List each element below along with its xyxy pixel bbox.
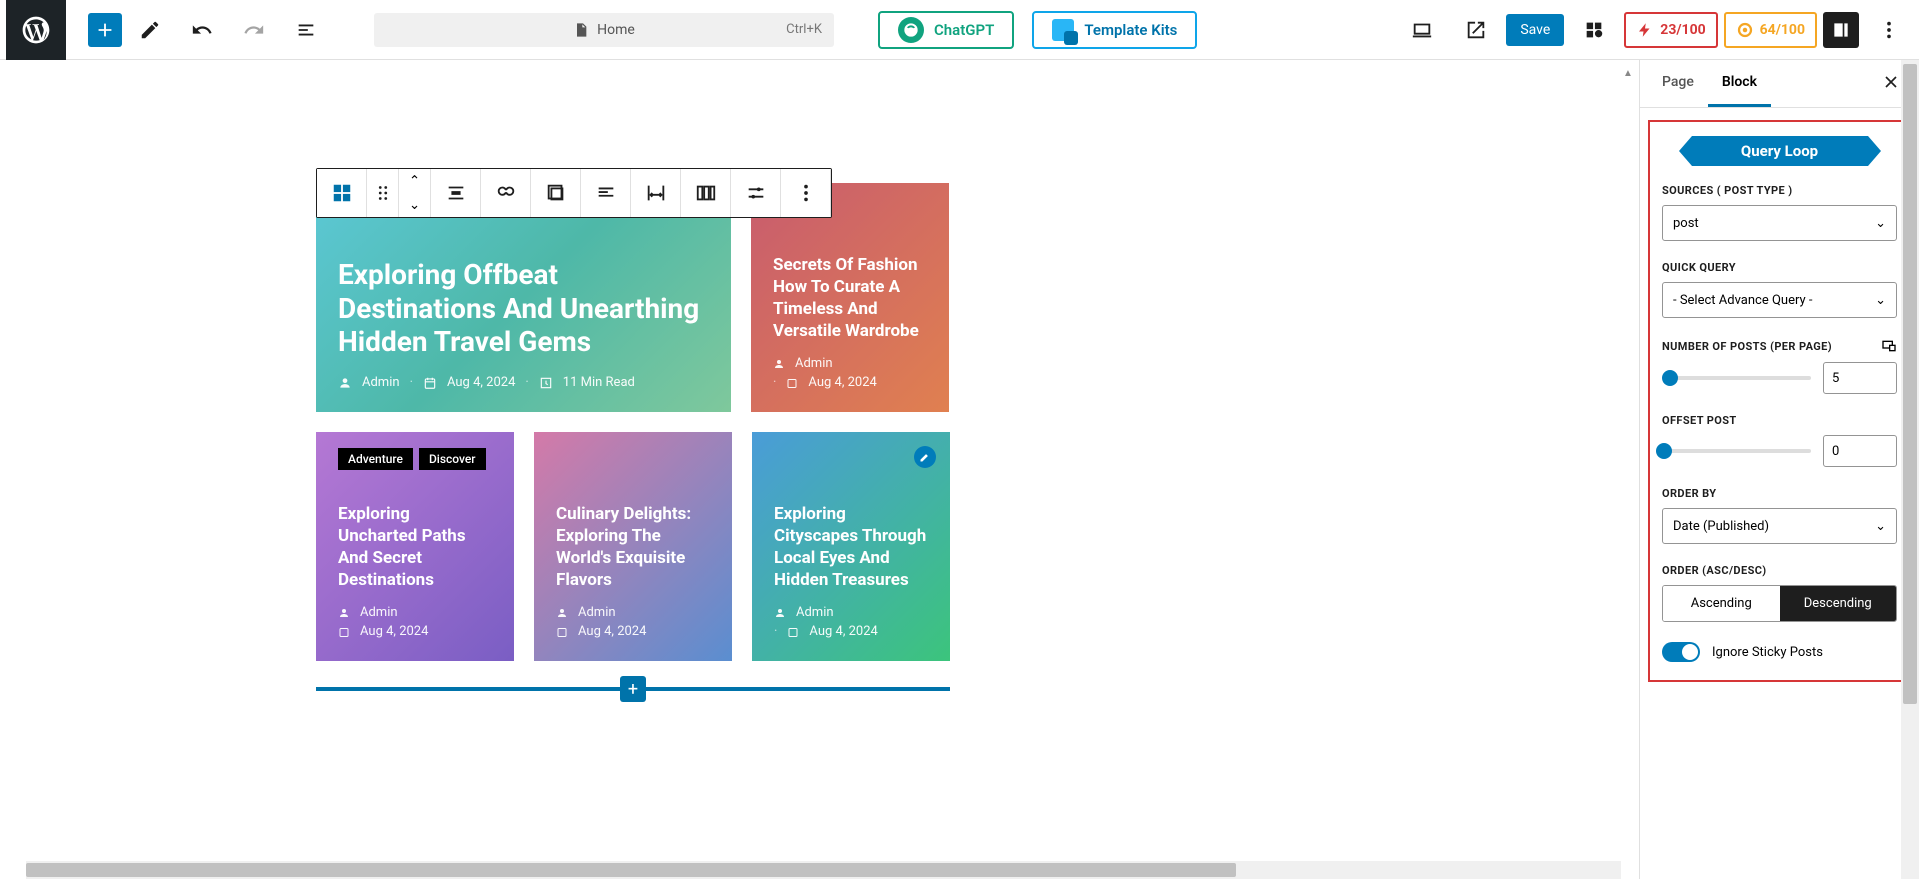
canvas-scrollbar[interactable]: ▲ bbox=[1621, 68, 1635, 859]
edit-icon[interactable] bbox=[126, 12, 174, 48]
block-toolbar: ⌃ ⌄ bbox=[316, 168, 832, 218]
settings-sliders-icon[interactable] bbox=[731, 169, 781, 217]
calendar-icon bbox=[423, 376, 437, 390]
post-title: Exploring Uncharted Paths And Secret Des… bbox=[338, 503, 492, 591]
chatgpt-button[interactable]: ChatGPT bbox=[878, 11, 1014, 49]
descending-button[interactable]: Descending bbox=[1780, 586, 1897, 621]
user-icon bbox=[338, 607, 350, 619]
chevron-down-icon: ⌄ bbox=[1875, 293, 1886, 308]
calendar-icon bbox=[787, 626, 799, 638]
doc-title-text: Home bbox=[597, 22, 635, 38]
chevron-down-icon: ⌄ bbox=[1875, 216, 1886, 231]
user-icon bbox=[556, 607, 568, 619]
query-loop-panel: Query Loop SOURCES ( POST TYPE ) post⌄ Q… bbox=[1648, 120, 1911, 682]
wordpress-logo[interactable] bbox=[6, 0, 66, 60]
settings-panel-toggle[interactable] bbox=[1823, 12, 1859, 48]
loop-icon[interactable] bbox=[481, 169, 531, 217]
text-align-icon[interactable] bbox=[581, 169, 631, 217]
template-kits-icon bbox=[1052, 19, 1074, 41]
block-appender[interactable]: + bbox=[316, 687, 950, 691]
quick-query-label: QUICK QUERY bbox=[1662, 261, 1897, 274]
seo-score-badge[interactable]: 23/100 bbox=[1624, 12, 1717, 48]
edit-post-icon[interactable] bbox=[914, 446, 936, 468]
horizontal-scrollbar[interactable] bbox=[26, 861, 1621, 879]
num-posts-slider[interactable] bbox=[1662, 376, 1811, 380]
align-button[interactable] bbox=[431, 169, 481, 217]
user-icon bbox=[773, 358, 785, 370]
ascending-button[interactable]: Ascending bbox=[1663, 586, 1780, 621]
editor-canvas[interactable]: ▲ ⌃ ⌄ Exploring Offbeat Destinations And… bbox=[0, 60, 1639, 879]
num-posts-label: NUMBER OF POSTS (PER PAGE) bbox=[1662, 340, 1832, 353]
orderby-label: ORDER BY bbox=[1662, 487, 1897, 500]
document-title-bar[interactable]: Home Ctrl+K bbox=[374, 13, 834, 47]
device-preview-icon[interactable] bbox=[1398, 12, 1446, 48]
ignore-sticky-toggle[interactable] bbox=[1662, 642, 1700, 662]
block-type-icon[interactable] bbox=[317, 169, 367, 217]
order-label: ORDER (ASC/DESC) bbox=[1662, 564, 1897, 577]
user-icon bbox=[774, 607, 786, 619]
offset-label: OFFSET POST bbox=[1662, 414, 1897, 427]
calendar-icon bbox=[786, 377, 798, 389]
shortcut-hint: Ctrl+K bbox=[786, 22, 822, 37]
image-settings-icon[interactable] bbox=[531, 169, 581, 217]
styles-icon[interactable] bbox=[1570, 12, 1618, 48]
redo-button[interactable] bbox=[230, 12, 278, 48]
responsive-icon[interactable] bbox=[1881, 338, 1897, 354]
clock-icon bbox=[539, 376, 553, 390]
tab-page[interactable]: Page bbox=[1648, 60, 1708, 107]
chevron-down-icon: ⌄ bbox=[1875, 519, 1886, 534]
sources-select[interactable]: post⌄ bbox=[1662, 205, 1897, 241]
post-card[interactable]: Culinary Delights: Exploring The World's… bbox=[534, 432, 732, 661]
chatgpt-icon bbox=[898, 17, 924, 43]
post-card[interactable]: Exploring Cityscapes Through Local Eyes … bbox=[752, 432, 950, 661]
performance-badge[interactable]: 64/100 bbox=[1724, 12, 1817, 48]
post-title: Exploring Offbeat Destinations And Unear… bbox=[338, 258, 709, 359]
sources-label: SOURCES ( POST TYPE ) bbox=[1662, 184, 1897, 197]
move-down-button[interactable]: ⌄ bbox=[399, 193, 430, 217]
post-title: Exploring Cityscapes Through Local Eyes … bbox=[774, 503, 928, 591]
post-title: Culinary Delights: Exploring The World's… bbox=[556, 503, 710, 591]
settings-sidebar: Page Block Query Loop SOURCES ( POST TYP… bbox=[1639, 60, 1919, 879]
tab-block[interactable]: Block bbox=[1708, 60, 1771, 107]
orderby-select[interactable]: Date (Published)⌄ bbox=[1662, 508, 1897, 544]
undo-button[interactable] bbox=[178, 12, 226, 48]
add-block-button[interactable] bbox=[88, 13, 122, 47]
num-posts-input[interactable] bbox=[1823, 362, 1897, 394]
columns-icon[interactable] bbox=[681, 169, 731, 217]
width-icon[interactable] bbox=[631, 169, 681, 217]
offset-input[interactable] bbox=[1823, 435, 1897, 467]
external-link-icon[interactable] bbox=[1452, 12, 1500, 48]
template-kits-button[interactable]: Template Kits bbox=[1032, 11, 1197, 49]
save-button[interactable]: Save bbox=[1506, 14, 1564, 46]
calendar-icon bbox=[338, 626, 350, 638]
list-view-button[interactable] bbox=[282, 12, 330, 48]
user-icon bbox=[338, 376, 352, 390]
offset-slider[interactable] bbox=[1662, 449, 1811, 453]
calendar-icon bbox=[556, 626, 568, 638]
options-menu-icon[interactable] bbox=[1865, 12, 1913, 48]
query-loop-banner: Query Loop bbox=[1692, 136, 1868, 166]
move-up-button[interactable]: ⌃ bbox=[399, 169, 430, 193]
top-toolbar: Home Ctrl+K ChatGPT Template Kits Save 2… bbox=[0, 0, 1919, 60]
post-card[interactable]: AdventureDiscover Exploring Uncharted Pa… bbox=[316, 432, 514, 661]
post-title: Secrets Of Fashion How To Curate A Timel… bbox=[773, 254, 927, 342]
drag-handle-icon[interactable] bbox=[367, 169, 399, 217]
ignore-sticky-label: Ignore Sticky Posts bbox=[1712, 645, 1823, 660]
quick-query-select[interactable]: - Select Advance Query -⌄ bbox=[1662, 282, 1897, 318]
more-options-icon[interactable] bbox=[781, 169, 831, 217]
plus-icon: + bbox=[620, 676, 646, 702]
window-vertical-scrollbar[interactable] bbox=[1901, 60, 1919, 879]
